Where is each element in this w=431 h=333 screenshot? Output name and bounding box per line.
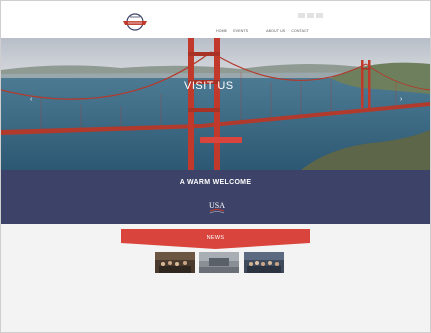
news-thumbnail [244, 252, 284, 273]
hero-slider: VISIT US ‹ › [1, 38, 430, 170]
page-frame: HOME EVENTS ABOUT US CONTACT VISIT US ‹ … [0, 0, 431, 333]
language-option[interactable] [307, 13, 314, 18]
chevron-left-icon[interactable]: ‹ [30, 96, 32, 103]
news-section: NEWS [1, 224, 430, 332]
nav-item-about[interactable]: ABOUT US [266, 29, 285, 33]
nav-item-contact[interactable]: CONTACT [291, 29, 309, 33]
main-nav: HOME EVENTS ABOUT US CONTACT [216, 29, 309, 33]
welcome-section: A WARM WELCOME USA [1, 170, 430, 224]
language-option[interactable] [316, 13, 323, 18]
welcome-title: A WARM WELCOME [179, 179, 252, 186]
language-option[interactable] [298, 13, 305, 18]
brand-logo-icon[interactable] [121, 12, 149, 32]
news-thumbnail [199, 252, 239, 273]
news-card[interactable] [155, 252, 195, 332]
hero-title: VISIT US [184, 80, 234, 92]
news-thumbnail [155, 252, 195, 273]
news-card[interactable] [244, 252, 284, 332]
news-card[interactable] [199, 252, 239, 332]
news-title: NEWS [206, 235, 225, 241]
chevron-right-icon[interactable]: › [400, 96, 402, 103]
nav-item-home[interactable]: HOME [216, 29, 227, 33]
usa-logo-text: USA [209, 201, 225, 210]
hero-bridge-image [1, 38, 430, 170]
hero-cta-button[interactable] [200, 137, 242, 143]
site-header: HOME EVENTS ABOUT US CONTACT [1, 1, 430, 38]
nav-item-events[interactable]: EVENTS [233, 29, 248, 33]
usa-partner-logo: USA [209, 201, 225, 214]
language-switcher [298, 13, 323, 18]
